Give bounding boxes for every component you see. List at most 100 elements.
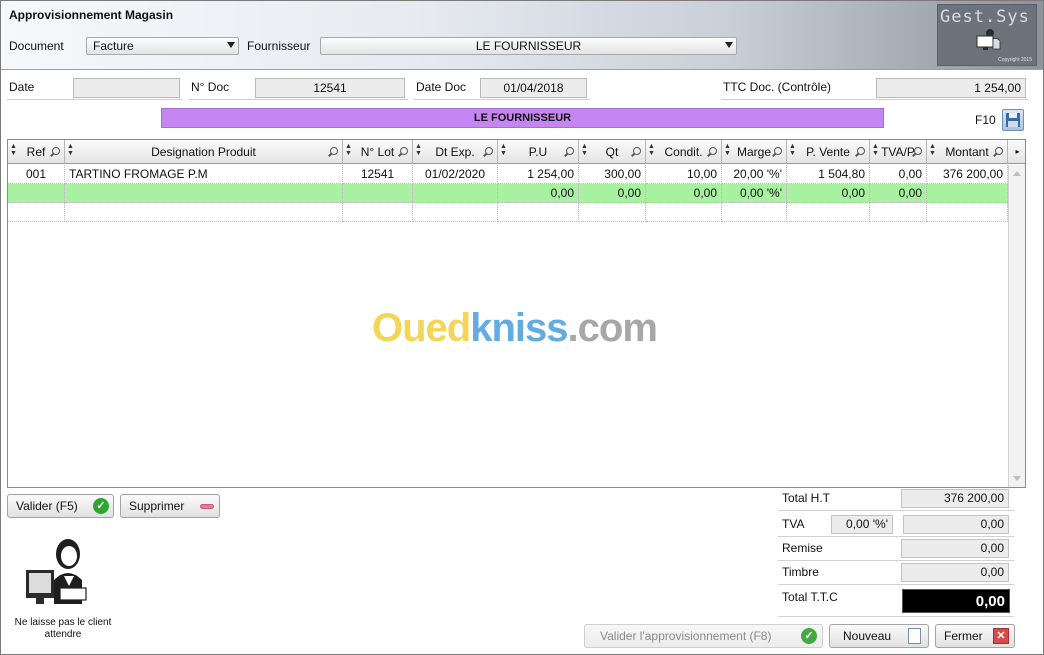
logo-copyright: Copyright 2015 (998, 57, 1032, 63)
scroll-down-icon[interactable] (1013, 476, 1021, 481)
search-icon[interactable] (400, 147, 408, 155)
cell-dtexp[interactable] (413, 184, 498, 203)
document-select[interactable]: Facture (86, 37, 239, 55)
cell-designation[interactable]: TARTINO FROMAGE P.M (65, 165, 343, 184)
cell-empty[interactable] (8, 203, 65, 222)
sort-icon: ▲ ▼ (500, 143, 507, 157)
cell-condit[interactable]: 0,00 (646, 184, 722, 203)
search-icon[interactable] (52, 147, 60, 155)
tva-rate-field[interactable]: 0,00 '%' (831, 515, 893, 534)
valider-approvisionnement-button[interactable]: Valider l'approvisionnement (F8) ✓ (584, 624, 823, 648)
search-icon[interactable] (485, 147, 493, 155)
cell-empty[interactable] (343, 203, 413, 222)
timbre-label: Timbre (782, 565, 819, 579)
cell-designation[interactable] (65, 184, 343, 203)
search-icon[interactable] (709, 147, 717, 155)
floppy-disk-icon (1006, 113, 1020, 127)
cell-qt[interactable]: 300,00 (579, 165, 646, 184)
supprimer-button[interactable]: Supprimer (120, 494, 220, 518)
divider (721, 99, 1028, 100)
date-field[interactable] (73, 78, 180, 98)
search-icon[interactable] (633, 147, 641, 155)
close-icon: ✕ (993, 628, 1009, 644)
cell-tvap[interactable]: 0,00 (870, 184, 927, 203)
col-header-lot[interactable]: ▲ ▼ N° Lot (343, 140, 413, 164)
cell-montant[interactable] (927, 184, 1008, 203)
col-header-qt[interactable]: ▲ ▼ Qt (579, 140, 646, 164)
sort-icon: ▲ ▼ (345, 143, 352, 157)
sort-icon: ▲ ▼ (581, 143, 588, 157)
cell-pu[interactable]: 1 254,00 (498, 165, 579, 184)
cell-tvap[interactable]: 0,00 (870, 165, 927, 184)
cell-empty[interactable] (870, 203, 927, 222)
sort-icon: ▲ ▼ (872, 143, 879, 157)
col-header-pvente[interactable]: ▲ ▼ P. Vente (787, 140, 870, 164)
sort-icon: ▲ ▼ (10, 143, 17, 157)
cell-empty[interactable] (498, 203, 579, 222)
valider-button[interactable]: Valider (F5) ✓ (7, 494, 114, 518)
cell-marge[interactable]: 20,00 '%' (722, 165, 787, 184)
ttc-control-field[interactable]: 1 254,00 (876, 78, 1026, 98)
fermer-button[interactable]: Fermer ✕ (935, 624, 1015, 648)
col-header-montant[interactable]: ▲ ▼ Montant (927, 140, 1008, 164)
chevron-down-icon (725, 42, 733, 48)
tva-label: TVA (782, 517, 805, 531)
cell-empty[interactable] (579, 203, 646, 222)
total-ht-label: Total H.T (782, 491, 831, 505)
cell-empty[interactable] (927, 203, 1008, 222)
divider (778, 584, 1014, 585)
sort-icon: ▲ ▼ (789, 143, 796, 157)
fournisseur-select[interactable]: LE FOURNISSEUR (320, 37, 737, 55)
cell-empty[interactable] (722, 203, 787, 222)
cell-condit[interactable]: 10,00 (646, 165, 722, 184)
search-icon[interactable] (857, 147, 865, 155)
col-header-marge[interactable]: ▲ ▼ Marge (722, 140, 787, 164)
column-scroll-right[interactable]: ▸ (1008, 140, 1025, 164)
fournisseur-select-value: LE FOURNISSEUR (475, 39, 582, 53)
table-row[interactable]: 001 TARTINO FROMAGE P.M 12541 01/02/2020… (8, 165, 1008, 184)
divider (778, 616, 1014, 617)
ndoc-field[interactable]: 12541 (255, 78, 405, 98)
date-label: Date (9, 80, 35, 94)
remise-field[interactable]: 0,00 (901, 539, 1009, 558)
col-header-designation[interactable]: ▲ ▼ Designation Produit (65, 140, 343, 164)
datedoc-field[interactable]: 01/04/2018 (480, 78, 587, 98)
cell-marge[interactable]: 0,00 '%' (722, 184, 787, 203)
col-header-dtexp[interactable]: ▲ ▼ Dt Exp. (413, 140, 498, 164)
search-icon[interactable] (995, 147, 1003, 155)
nouveau-button[interactable]: Nouveau (829, 624, 929, 648)
search-icon[interactable] (330, 147, 338, 155)
cell-empty[interactable] (413, 203, 498, 222)
cell-empty[interactable] (646, 203, 722, 222)
cell-ref[interactable]: 001 (8, 165, 65, 184)
save-icon[interactable] (1002, 109, 1024, 131)
cell-pvente[interactable]: 1 504,80 (787, 165, 870, 184)
col-header-condit[interactable]: ▲ ▼ Condit. (646, 140, 722, 164)
table-row-new[interactable]: 0,00 0,00 0,00 0,00 '%' 0,00 0,00 (8, 184, 1008, 203)
cell-empty[interactable] (65, 203, 343, 222)
search-icon[interactable] (914, 147, 922, 155)
computer-user-icon (976, 29, 1001, 50)
cell-pvente[interactable]: 0,00 (787, 184, 870, 203)
cell-empty[interactable] (787, 203, 870, 222)
document-label: Document (9, 39, 64, 53)
cell-qt[interactable]: 0,00 (579, 184, 646, 203)
search-icon[interactable] (566, 147, 574, 155)
cell-lot[interactable] (343, 184, 413, 203)
cell-pu[interactable]: 0,00 (498, 184, 579, 203)
cell-dtexp[interactable]: 01/02/2020 (413, 165, 498, 184)
scroll-up-icon[interactable] (1013, 171, 1021, 176)
col-header-pu[interactable]: ▲ ▼ P.U (498, 140, 579, 164)
new-document-icon (908, 628, 921, 644)
cell-lot[interactable]: 12541 (343, 165, 413, 184)
timbre-field[interactable]: 0,00 (901, 563, 1009, 582)
search-icon[interactable] (774, 147, 782, 155)
col-header-tvap[interactable]: ▲ ▼ TVA/P (870, 140, 927, 164)
table-row-empty[interactable] (8, 203, 1008, 222)
cell-ref[interactable] (8, 184, 65, 203)
cell-montant[interactable]: 376 200,00 (927, 165, 1008, 184)
grid-scrollbar[interactable] (1008, 165, 1025, 487)
support-caption: Ne laisse pas le client attendre (14, 617, 112, 640)
col-header-ref[interactable]: ▲ ▼ Ref (8, 140, 65, 164)
divider (189, 99, 408, 100)
